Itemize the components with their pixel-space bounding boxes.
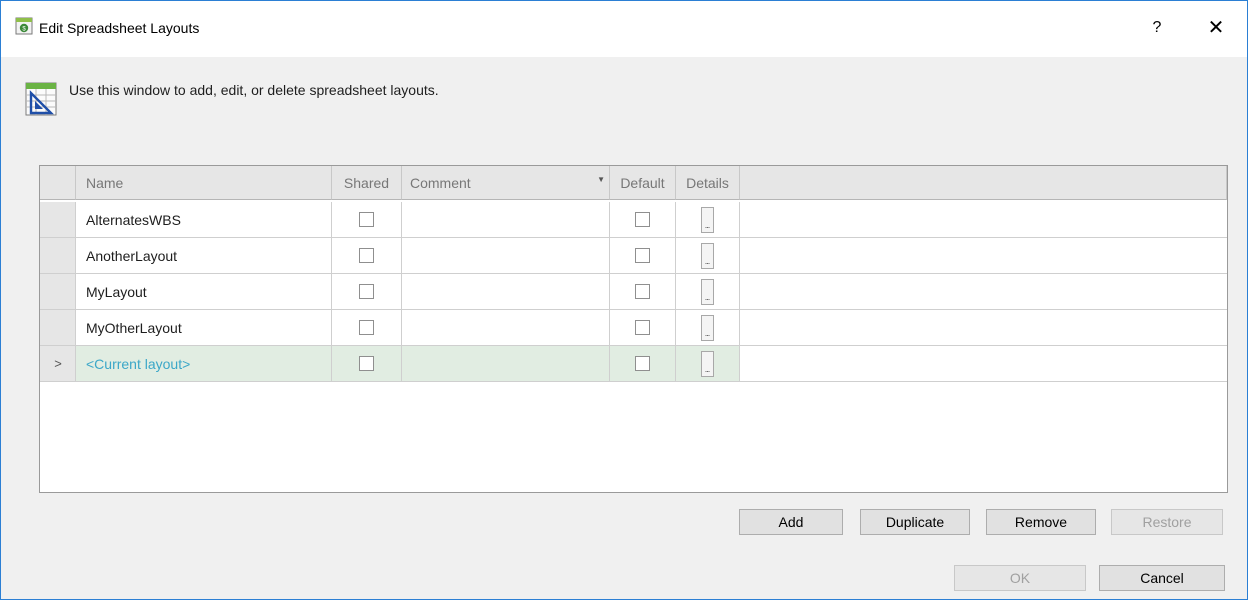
- close-button[interactable]: ✕: [1203, 15, 1229, 41]
- column-header-default[interactable]: Default: [610, 166, 676, 200]
- shared-cell: [332, 238, 402, 274]
- column-header-details[interactable]: Details: [676, 166, 740, 200]
- column-header-comment[interactable]: Comment ▼: [402, 166, 610, 200]
- restore-button[interactable]: Restore: [1111, 509, 1223, 535]
- row-selector[interactable]: [40, 274, 76, 310]
- remove-button[interactable]: Remove: [986, 509, 1096, 535]
- details-cell: ...: [676, 202, 740, 238]
- layout-name-cell[interactable]: AnotherLayout: [76, 238, 332, 274]
- title-bar: $ Edit Spreadsheet Layouts ? ✕: [1, 1, 1247, 57]
- comment-cell[interactable]: [402, 310, 610, 346]
- default-cell: [610, 346, 676, 382]
- default-checkbox[interactable]: [634, 319, 650, 335]
- close-icon: ✕: [1207, 17, 1225, 39]
- grid-header-row: Name Shared Comment ▼ Default Details: [40, 166, 1227, 200]
- layout-name-cell[interactable]: MyLayout: [76, 274, 332, 310]
- shared-cell: [332, 310, 402, 346]
- help-button[interactable]: ?: [1145, 15, 1169, 41]
- help-icon: ?: [1152, 19, 1162, 36]
- layout-name-cell[interactable]: AlternatesWBS: [76, 202, 332, 238]
- cancel-button[interactable]: Cancel: [1099, 565, 1225, 591]
- shared-checkbox[interactable]: [358, 283, 374, 299]
- shared-cell: [332, 274, 402, 310]
- default-checkbox[interactable]: [634, 283, 650, 299]
- row-filler: [740, 202, 1227, 238]
- instructions-text: Use this window to add, edit, or delete …: [69, 82, 439, 98]
- dialog-title: Edit Spreadsheet Layouts: [39, 20, 200, 36]
- shared-checkbox[interactable]: [358, 319, 374, 335]
- shared-checkbox[interactable]: [358, 211, 374, 227]
- comment-cell[interactable]: [402, 202, 610, 238]
- layouts-grid: Name Shared Comment ▼ Default Details Al…: [39, 165, 1228, 493]
- table-row[interactable]: AlternatesWBS ...: [40, 202, 1227, 238]
- spreadsheet-layout-app-icon: $: [15, 17, 33, 35]
- sort-down-icon: ▼: [597, 175, 605, 184]
- details-ellipsis-button[interactable]: ...: [700, 242, 714, 269]
- row-selector[interactable]: [40, 202, 76, 238]
- row-filler: [740, 310, 1227, 346]
- spreadsheet-layout-icon: [25, 82, 57, 116]
- default-cell: [610, 238, 676, 274]
- row-filler: [740, 346, 1227, 382]
- details-ellipsis-button[interactable]: ...: [700, 206, 714, 233]
- shared-cell: [332, 346, 402, 382]
- row-selector[interactable]: [40, 238, 76, 274]
- header-selector-cell: [40, 166, 76, 200]
- layout-name-cell[interactable]: MyOtherLayout: [76, 310, 332, 346]
- details-ellipsis-button[interactable]: ...: [700, 350, 714, 377]
- details-ellipsis-button[interactable]: ...: [700, 314, 714, 341]
- layout-name-cell[interactable]: <Current layout>: [76, 346, 332, 382]
- default-cell: [610, 274, 676, 310]
- shared-checkbox[interactable]: [358, 355, 374, 371]
- default-checkbox[interactable]: [634, 247, 650, 263]
- default-checkbox[interactable]: [634, 211, 650, 227]
- shared-cell: [332, 202, 402, 238]
- details-cell: ...: [676, 310, 740, 346]
- default-checkbox[interactable]: [634, 355, 650, 371]
- details-ellipsis-button[interactable]: ...: [700, 278, 714, 305]
- details-cell: ...: [676, 238, 740, 274]
- column-header-name[interactable]: Name: [76, 166, 332, 200]
- column-header-comment-label: Comment: [410, 175, 471, 191]
- shared-checkbox[interactable]: [358, 247, 374, 263]
- comment-cell[interactable]: [402, 346, 610, 382]
- column-header-filler: [740, 166, 1227, 200]
- current-row-indicator-icon: >: [54, 356, 62, 371]
- comment-cell[interactable]: [402, 238, 610, 274]
- details-cell: ...: [676, 346, 740, 382]
- column-header-shared[interactable]: Shared: [332, 166, 402, 200]
- default-cell: [610, 202, 676, 238]
- table-row-current[interactable]: > <Current layout> ...: [40, 346, 1227, 382]
- table-row[interactable]: AnotherLayout ...: [40, 238, 1227, 274]
- row-selector[interactable]: [40, 310, 76, 346]
- comment-cell[interactable]: [402, 274, 610, 310]
- ok-button[interactable]: OK: [954, 565, 1086, 591]
- row-filler: [740, 238, 1227, 274]
- details-cell: ...: [676, 274, 740, 310]
- edit-spreadsheet-layouts-dialog: $ Edit Spreadsheet Layouts ? ✕ Use this …: [0, 0, 1248, 600]
- row-selector[interactable]: >: [40, 346, 76, 382]
- default-cell: [610, 310, 676, 346]
- add-button[interactable]: Add: [739, 509, 843, 535]
- table-row[interactable]: MyOtherLayout ...: [40, 310, 1227, 346]
- row-filler: [740, 274, 1227, 310]
- table-row[interactable]: MyLayout ...: [40, 274, 1227, 310]
- duplicate-button[interactable]: Duplicate: [860, 509, 970, 535]
